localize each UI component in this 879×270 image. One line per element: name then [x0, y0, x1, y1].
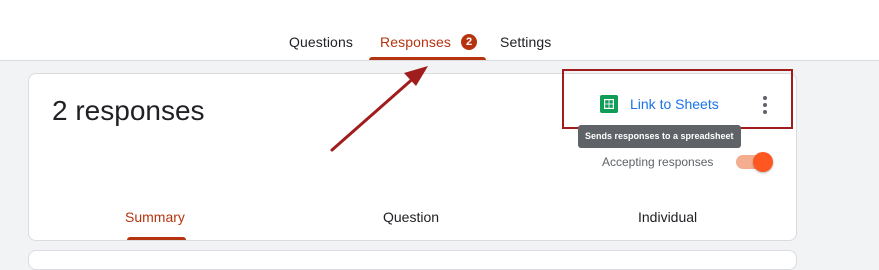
subtab-summary[interactable]: Summary — [125, 209, 185, 225]
tab-questions[interactable]: Questions — [289, 34, 353, 50]
top-nav-bar: Questions Responses 2 Settings — [0, 0, 879, 61]
next-card — [28, 250, 797, 270]
subtab-question[interactable]: Question — [383, 209, 439, 225]
tab-settings[interactable]: Settings — [500, 34, 551, 50]
response-count-heading: 2 responses — [52, 95, 205, 126]
accepting-responses-toggle[interactable] — [736, 152, 774, 172]
subtab-individual[interactable]: Individual — [638, 209, 697, 225]
toggle-knob — [753, 152, 773, 172]
responses-count-badge: 2 — [461, 34, 477, 50]
tab-responses[interactable]: Responses — [380, 34, 451, 50]
active-tab-indicator — [369, 57, 486, 60]
tooltip: Sends responses to a spreadsheet — [578, 125, 741, 148]
accepting-responses-label: Accepting responses — [602, 155, 714, 169]
active-subtab-indicator — [127, 237, 186, 240]
annotation-highlight-box — [562, 69, 793, 129]
